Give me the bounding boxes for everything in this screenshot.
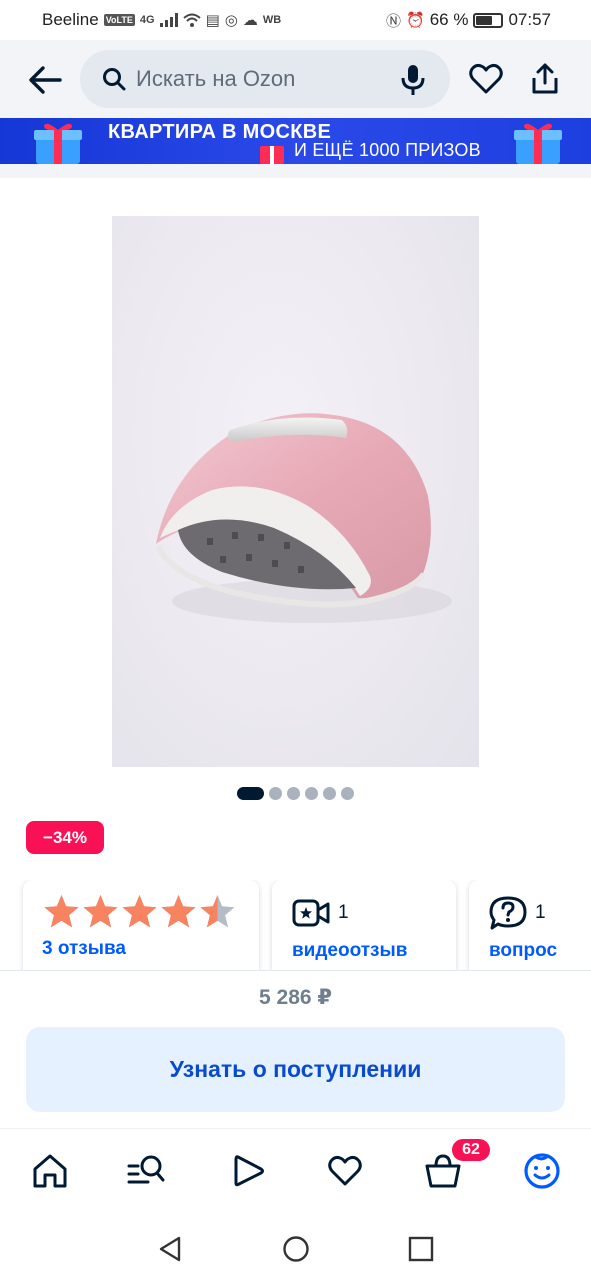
volte-icon: VoLTE bbox=[103, 14, 135, 26]
star-icon bbox=[122, 895, 157, 928]
search-placeholder: Искать на Ozon bbox=[136, 66, 296, 91]
search-input[interactable]: Искать на Ozon bbox=[80, 50, 450, 108]
search-icon bbox=[103, 68, 126, 91]
reviews-link[interactable]: 3 отзыва bbox=[42, 938, 126, 960]
back-arrow-icon bbox=[29, 66, 62, 94]
heart-icon bbox=[469, 63, 503, 94]
cart-count-badge: 62 bbox=[450, 1137, 492, 1163]
catalog-search-icon bbox=[127, 1155, 165, 1184]
gallery-dot[interactable] bbox=[323, 787, 336, 800]
circle-home-icon bbox=[283, 1236, 309, 1262]
small-gift-icon bbox=[260, 146, 284, 164]
voice-search-button[interactable] bbox=[400, 64, 426, 101]
gallery-dot[interactable] bbox=[341, 787, 354, 800]
banner-subtitle: И ЕЩЁ 1000 ПРИЗОВ bbox=[294, 140, 481, 160]
question-count: 1 bbox=[535, 902, 546, 923]
product-image[interactable] bbox=[112, 216, 479, 767]
star-icon bbox=[200, 895, 235, 928]
video-review-link[interactable]: видеоотзыв bbox=[292, 940, 407, 962]
triangle-back-icon bbox=[159, 1236, 181, 1262]
favorite-button[interactable] bbox=[468, 61, 504, 97]
question-link[interactable]: вопрос bbox=[489, 940, 557, 962]
rating-stars bbox=[42, 893, 237, 931]
alarm-icon: ⏰ bbox=[406, 12, 425, 29]
star-icon bbox=[44, 895, 79, 928]
battery-percent: 66 % bbox=[429, 10, 469, 29]
gift-box-icon bbox=[514, 123, 562, 164]
status-left: Beeline VoLTE 4G ▤ ◎ ☁ WB bbox=[42, 10, 281, 30]
cloud-icon: ☁ bbox=[242, 12, 258, 29]
gallery-pagination[interactable] bbox=[237, 787, 354, 800]
rating-card[interactable]: 3 отзыва bbox=[23, 880, 259, 970]
info-cards-carousel[interactable]: 3 отзыва 1 видеоотзыв 1 вопрос bbox=[0, 880, 591, 970]
system-home-button[interactable] bbox=[281, 1234, 311, 1264]
system-recents-button[interactable] bbox=[406, 1234, 436, 1264]
microphone-icon bbox=[401, 65, 425, 95]
signal-icon bbox=[159, 13, 178, 27]
nfc-icon: Ⓝ bbox=[386, 12, 402, 30]
gallery-dot[interactable] bbox=[305, 787, 318, 800]
video-review-count: 1 bbox=[338, 902, 349, 923]
profile-icon bbox=[524, 1153, 560, 1189]
square-recents-icon bbox=[408, 1236, 434, 1262]
star-icon bbox=[161, 895, 196, 928]
system-back-button[interactable] bbox=[155, 1234, 185, 1264]
battery-icon bbox=[473, 12, 504, 28]
tab-favorites[interactable] bbox=[325, 1151, 365, 1191]
price: 5 286 ₽ bbox=[259, 986, 332, 1009]
status-bar: Beeline VoLTE 4G ▤ ◎ ☁ WB Ⓝ ⏰ 66 % 07:57 bbox=[0, 0, 591, 40]
gallery-dot-active[interactable] bbox=[237, 787, 264, 800]
notify-when-available-button[interactable]: Узнать о поступлении bbox=[26, 1027, 565, 1112]
favorites-icon bbox=[328, 1155, 362, 1186]
share-icon bbox=[532, 63, 558, 94]
video-play-icon bbox=[234, 1155, 264, 1187]
tab-video[interactable] bbox=[228, 1151, 268, 1191]
buy-panel: 5 286 ₽ Узнать о поступлении bbox=[0, 970, 591, 1128]
wifi-icon bbox=[182, 13, 201, 27]
gift-box-icon bbox=[34, 123, 82, 164]
banner-divider bbox=[0, 164, 591, 178]
promo-banner[interactable]: КВАРТИРА В МОСКВЕ И ЕЩЁ 1000 ПРИЗОВ bbox=[0, 118, 591, 164]
message-icon: ▤ bbox=[205, 12, 220, 29]
tab-catalog[interactable] bbox=[126, 1151, 166, 1191]
share-button[interactable] bbox=[527, 61, 563, 97]
back-button[interactable] bbox=[26, 61, 64, 99]
carrier-name: Beeline bbox=[42, 10, 99, 29]
tab-profile[interactable] bbox=[522, 1151, 562, 1191]
question-bubble-icon bbox=[489, 896, 527, 930]
discount-badge: −34% bbox=[26, 821, 104, 854]
network-type: 4G bbox=[139, 14, 155, 26]
wb-icon: WB bbox=[262, 14, 282, 26]
uv-nail-lamp-photo bbox=[155, 413, 452, 623]
status-right: Ⓝ ⏰ 66 % 07:57 bbox=[386, 10, 551, 31]
system-navigation-bar bbox=[0, 1216, 591, 1280]
top-header: Искать на Ozon bbox=[0, 40, 591, 118]
video-review-card[interactable]: 1 видеоотзыв bbox=[272, 880, 456, 970]
gallery-dot[interactable] bbox=[287, 787, 300, 800]
video-camera-icon bbox=[292, 899, 330, 927]
tab-home[interactable] bbox=[30, 1151, 70, 1191]
home-icon bbox=[33, 1154, 67, 1188]
gallery-dot[interactable] bbox=[269, 787, 282, 800]
question-card[interactable]: 1 вопрос bbox=[469, 880, 591, 970]
star-icon bbox=[83, 895, 118, 928]
clock: 07:57 bbox=[508, 10, 551, 29]
whatsapp-icon: ◎ bbox=[224, 12, 238, 29]
bottom-tab-bar: 62 bbox=[0, 1128, 591, 1216]
